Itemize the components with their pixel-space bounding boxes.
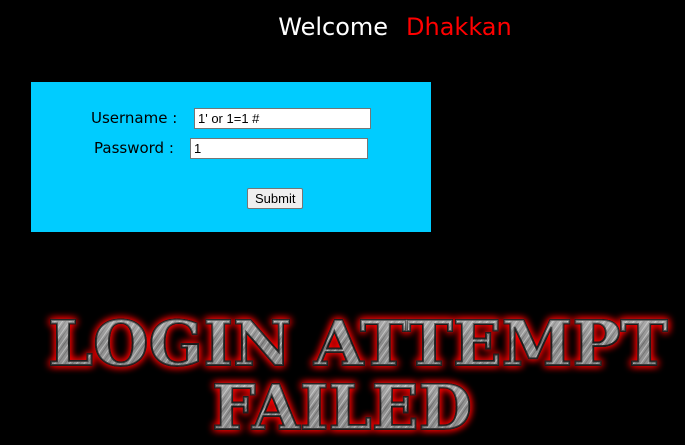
welcome-header: Welcome Dhakkan xyxy=(0,12,685,42)
failed-line1-shade: LOGIN ATTEMPT xyxy=(48,307,668,380)
login-failed-banner: LOGIN ATTEMPT LOGIN ATTEMPT FAILED FAILE… xyxy=(0,305,685,445)
username-label: Username : xyxy=(91,109,178,127)
welcome-text: Welcome xyxy=(278,13,389,41)
username-input[interactable] xyxy=(194,108,371,129)
password-label: Password : xyxy=(94,139,174,157)
password-input[interactable] xyxy=(190,138,368,159)
login-form: Username : Password : Submit xyxy=(31,82,431,232)
site-name: Dhakkan xyxy=(406,13,512,41)
failed-line2-shade: FAILED xyxy=(212,371,472,444)
page: Welcome Dhakkan Username : Password : Sub… xyxy=(0,0,685,445)
submit-button[interactable]: Submit xyxy=(247,188,304,209)
